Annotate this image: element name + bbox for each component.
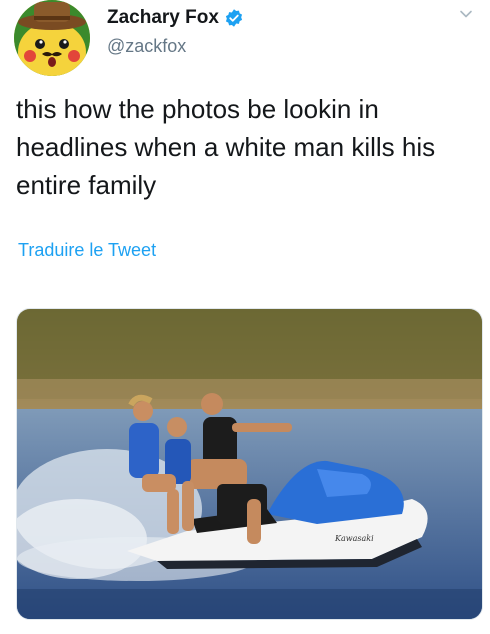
verified-badge-icon bbox=[224, 8, 244, 28]
display-name[interactable]: Zachary Fox bbox=[107, 7, 219, 29]
kawasaki-brand-text: Kawasaki bbox=[334, 534, 374, 543]
user-handle[interactable]: @zackfox bbox=[107, 36, 244, 57]
tweet-card: Zachary Fox @zackfox this how the photos… bbox=[0, 0, 490, 634]
tweet-text: this how the photos be lookin in headlin… bbox=[16, 94, 436, 200]
chevron-down-icon[interactable] bbox=[458, 6, 474, 22]
pikachu-avatar-icon bbox=[14, 0, 90, 76]
tweet-header: Zachary Fox @zackfox bbox=[14, 0, 476, 78]
tweet-media-photo[interactable]: Kawasaki bbox=[16, 308, 483, 620]
family-jetski-photo-icon: Kawasaki bbox=[17, 309, 482, 619]
display-name-row: Zachary Fox bbox=[107, 6, 244, 30]
avatar[interactable] bbox=[14, 0, 90, 76]
translate-tweet-link[interactable]: Traduire le Tweet bbox=[18, 240, 156, 261]
user-name-block: Zachary Fox @zackfox bbox=[107, 6, 244, 57]
